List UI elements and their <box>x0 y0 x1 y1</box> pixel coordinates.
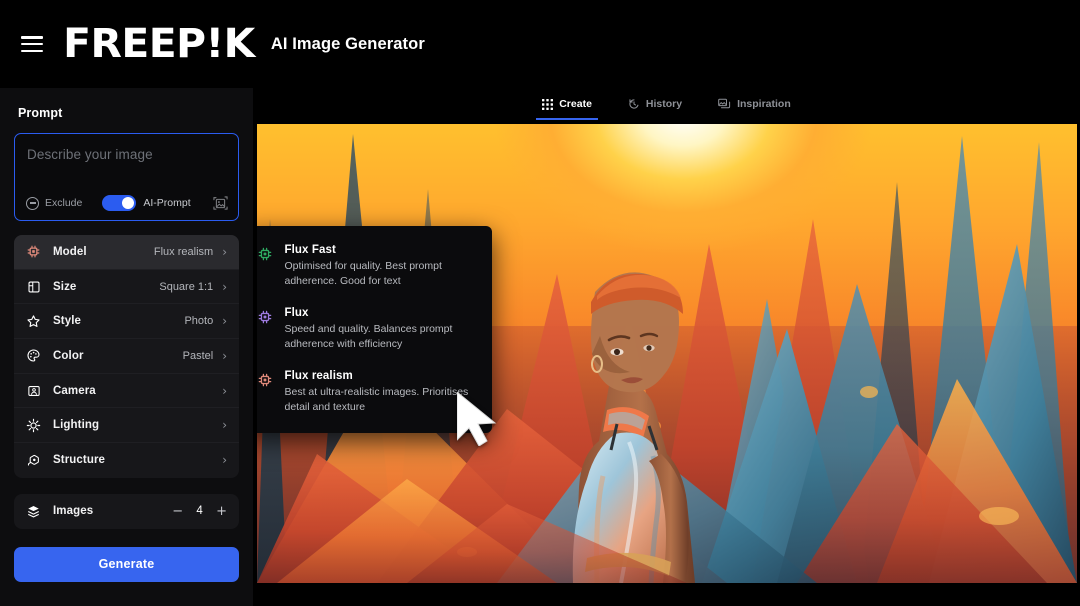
exclude-button[interactable]: Exclude <box>26 197 82 210</box>
chevron-right-icon: › <box>222 385 227 397</box>
sidebar-item-label: Structure <box>53 454 105 466</box>
page-title: AI Image Generator <box>271 35 425 54</box>
top-bar: FREEP!K AI Image Generator <box>0 0 1080 88</box>
sidebar-item-model[interactable]: Model Flux realism › <box>14 235 239 270</box>
main-content: Create History <box>253 88 1080 606</box>
hamburger-line <box>21 43 43 46</box>
tab-history[interactable]: History <box>626 88 684 120</box>
sidebar-item-label: Size <box>53 281 76 293</box>
tab-inspiration[interactable]: Inspiration <box>716 88 793 120</box>
chip-icon <box>257 372 273 388</box>
layers-icon <box>25 503 42 520</box>
chevron-right-icon: › <box>222 350 227 362</box>
sidebar-item-color[interactable]: Color Pastel › <box>14 339 239 374</box>
sidebar-item-label: Model <box>53 246 87 258</box>
dropdown-item-title: Flux realism <box>285 370 473 382</box>
main-tabs: Create History <box>253 88 1080 120</box>
structure-icon <box>25 452 42 469</box>
chevron-right-icon: › <box>222 454 227 466</box>
clock-history-icon <box>628 98 640 110</box>
tab-label: Create <box>559 98 592 110</box>
image-frame-icon[interactable] <box>213 196 228 211</box>
chevron-right-icon: › <box>222 315 227 327</box>
tab-label: Inspiration <box>737 98 791 110</box>
sidebar-item-value: Photo <box>184 315 213 327</box>
model-dropdown-menu[interactable]: Flux Fast Optimised for quality. Best pr… <box>257 226 492 433</box>
size-frame-icon <box>25 278 42 295</box>
freepik-ai-image-generator: FREEP!K AI Image Generator Prompt Descri… <box>0 0 1080 606</box>
sidebar-item-structure[interactable]: Structure › <box>14 443 239 478</box>
sidebar-item-camera[interactable]: Camera › <box>14 374 239 409</box>
freepik-logo[interactable]: FREEP!K <box>63 24 255 64</box>
generation-options-list: Model Flux realism › Size Square 1:1 › <box>14 235 239 478</box>
prompt-section-label: Prompt <box>14 88 239 133</box>
sidebar-item-lighting[interactable]: Lighting › <box>14 408 239 443</box>
image-canvas-area: Flux Fast Optimised for quality. Best pr… <box>253 124 1080 606</box>
increment-button[interactable]: + <box>216 505 227 518</box>
chip-icon <box>257 246 273 262</box>
hamburger-line <box>21 36 43 39</box>
ai-prompt-toggle[interactable] <box>102 195 136 211</box>
left-sidebar: Prompt Describe your image Exclude AI-Pr… <box>0 88 253 606</box>
dropdown-item-title: Flux <box>285 307 473 319</box>
chevron-right-icon: › <box>222 419 227 431</box>
dropdown-item-flux-fast[interactable]: Flux Fast Optimised for quality. Best pr… <box>257 235 492 298</box>
images-label: Images <box>53 505 93 517</box>
hamburger-line <box>21 50 43 53</box>
sidebar-item-value: Pastel <box>183 350 214 362</box>
prompt-toolbar: Exclude AI-Prompt <box>15 186 238 220</box>
sidebar-item-label: Color <box>53 350 84 362</box>
grid-icon <box>542 99 553 110</box>
ai-prompt-toggle-group[interactable]: AI-Prompt <box>102 195 190 211</box>
ai-prompt-label: AI-Prompt <box>143 197 190 209</box>
chip-icon <box>25 243 42 260</box>
chip-icon <box>257 309 273 325</box>
dropdown-item-flux-realism[interactable]: Flux realism Best at ultra-realistic ima… <box>257 361 492 424</box>
sidebar-item-label: Lighting <box>53 419 99 431</box>
exclude-label: Exclude <box>45 197 82 209</box>
hamburger-icon[interactable] <box>21 36 43 52</box>
sidebar-item-label: Camera <box>53 385 96 397</box>
chevron-right-icon: › <box>222 281 227 293</box>
sidebar-item-value: Square 1:1 <box>159 281 213 293</box>
dropdown-item-flux[interactable]: Flux Speed and quality. Balances prompt … <box>257 298 492 361</box>
dropdown-item-title: Flux Fast <box>285 244 473 256</box>
chevron-right-icon: › <box>222 246 227 258</box>
generate-button[interactable]: Generate <box>14 547 239 582</box>
tab-label: History <box>646 98 682 110</box>
dropdown-item-description: Speed and quality. Balances prompt adher… <box>285 322 473 352</box>
dropdown-item-description: Optimised for quality. Best prompt adher… <box>285 259 473 289</box>
sidebar-item-size[interactable]: Size Square 1:1 › <box>14 270 239 305</box>
images-count-row[interactable]: Images − 4 + <box>14 494 239 529</box>
lighting-sun-icon <box>25 417 42 434</box>
tab-create[interactable]: Create <box>540 88 594 120</box>
decrement-button[interactable]: − <box>172 505 183 518</box>
inspiration-images-icon <box>718 98 731 110</box>
sidebar-item-style[interactable]: Style Photo › <box>14 304 239 339</box>
camera-portrait-icon <box>25 382 42 399</box>
prompt-input-box[interactable]: Describe your image Exclude AI-Prompt <box>14 133 239 221</box>
quantity-stepper[interactable]: − 4 + <box>172 505 227 518</box>
images-count-value: 4 <box>196 505 203 517</box>
sidebar-item-label: Style <box>53 315 81 327</box>
generated-image[interactable]: Flux Fast Optimised for quality. Best pr… <box>257 124 1077 583</box>
prompt-placeholder[interactable]: Describe your image <box>27 147 226 162</box>
palette-icon <box>25 347 42 364</box>
circle-minus-icon <box>26 197 39 210</box>
star-icon <box>25 313 42 330</box>
dropdown-item-description: Best at ultra-realistic images. Prioriti… <box>285 385 473 415</box>
sidebar-item-value: Flux realism <box>154 246 213 258</box>
